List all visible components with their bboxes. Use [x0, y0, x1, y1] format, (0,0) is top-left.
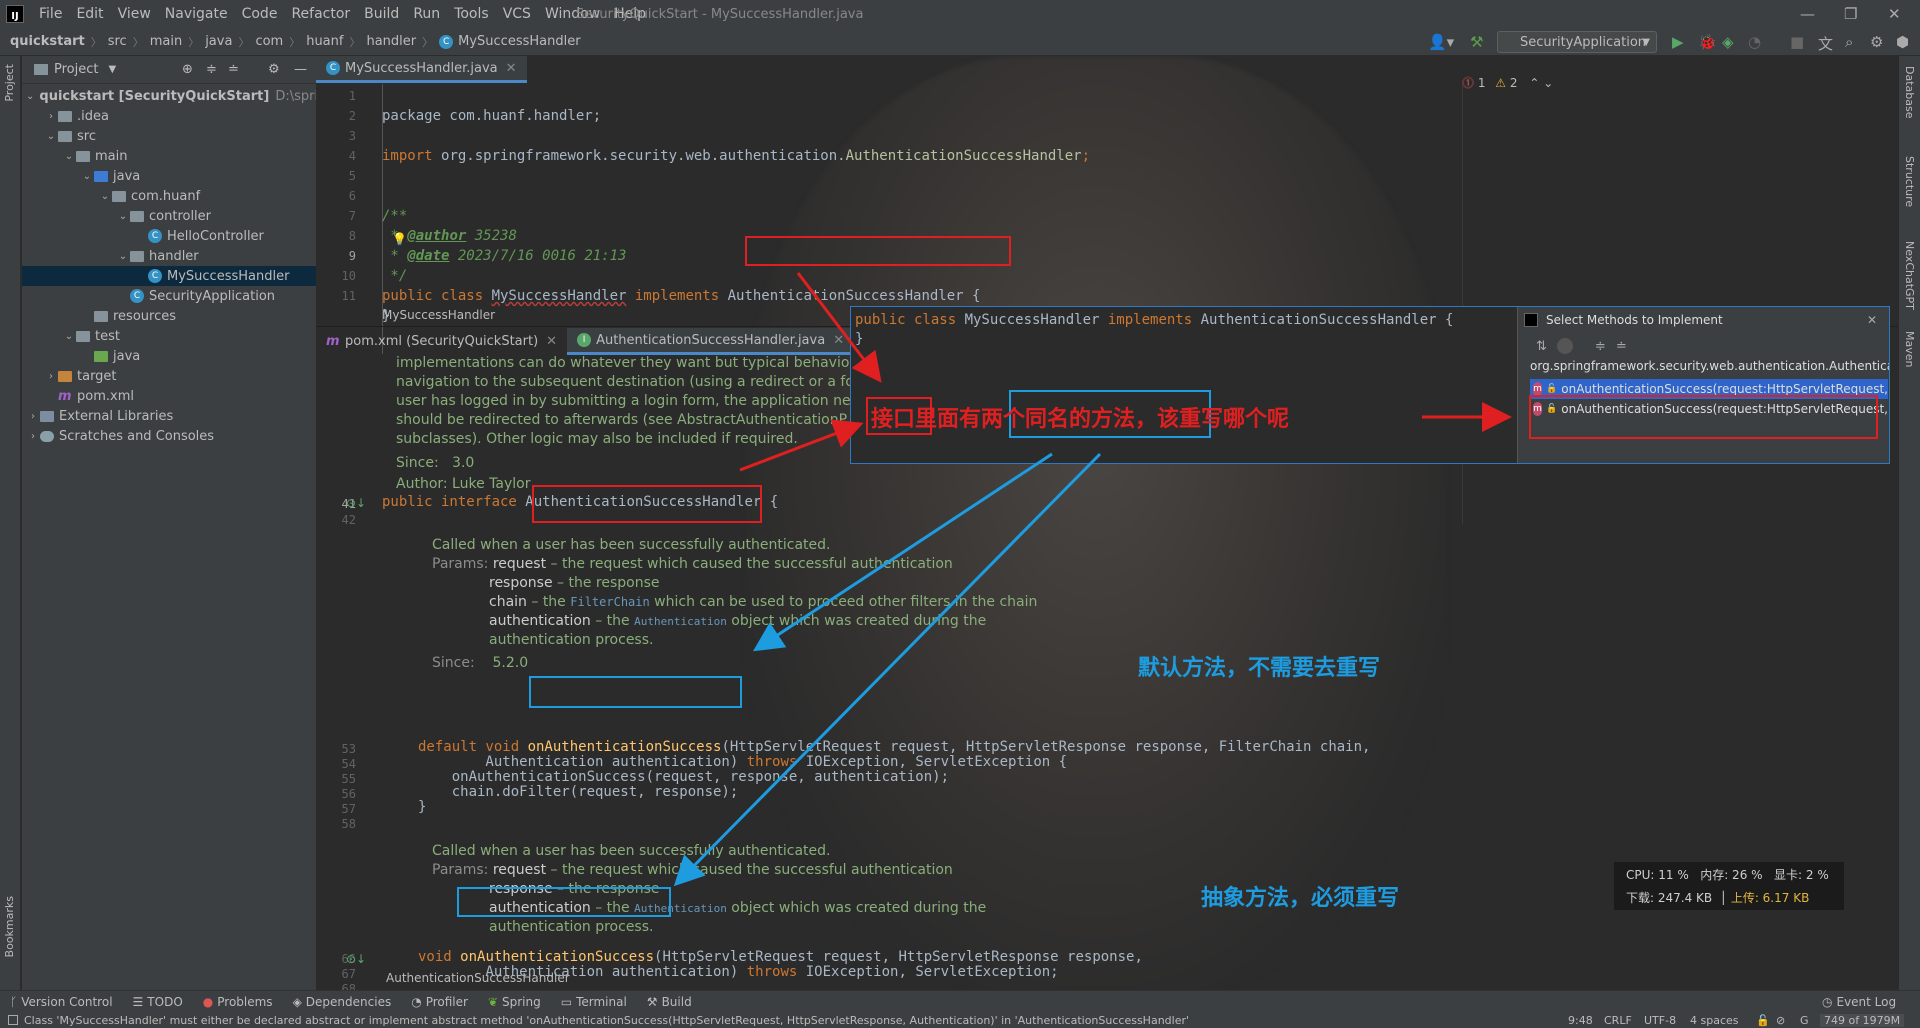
- arrow-to-abstract-method: [673, 452, 1102, 887]
- build-tab[interactable]: ⚒ Build: [637, 995, 702, 1009]
- caret-position[interactable]: 9:48: [1568, 1014, 1593, 1027]
- todo-tab[interactable]: ☰ TODO: [123, 995, 193, 1009]
- tool-label: TODO: [147, 994, 183, 1009]
- event-log-icon: ◷: [1822, 994, 1833, 1009]
- dependencies-tab[interactable]: ◈ Dependencies: [283, 995, 402, 1009]
- status-square-icon[interactable]: [8, 1015, 18, 1025]
- google-icon[interactable]: G: [1800, 1014, 1809, 1027]
- arrow-implements-to-question: [796, 272, 882, 383]
- git-icon[interactable]: ⊘: [1776, 1014, 1785, 1027]
- system-monitor-overlay: CPU: 11 % 内存: 26 % 显卡: 2 % 下载: 247.4 KB …: [1614, 862, 1844, 910]
- bottom-tool-bar: ᚴ Version Control ☰ TODO ● Problems ◈ Depend…: [0, 990, 1920, 1012]
- tool-label: Version Control: [21, 994, 113, 1009]
- spring-tab[interactable]: ❦ Spring: [478, 995, 551, 1009]
- upload-speed: 上传: 6.17 KB: [1730, 891, 1810, 905]
- lock-icon[interactable]: 🔓: [1756, 1014, 1770, 1027]
- version-control-tab[interactable]: ᚴ Version Control: [0, 995, 123, 1009]
- tool-label: Terminal: [576, 994, 627, 1009]
- arrow-interface-to-question: [739, 419, 864, 472]
- error-icon: ●: [202, 994, 214, 1009]
- dependencies-icon: ◈: [292, 994, 302, 1009]
- event-log-tab[interactable]: ◷ Event Log: [1812, 995, 1906, 1009]
- tool-label: Dependencies: [305, 994, 392, 1009]
- list-icon: ☰: [132, 994, 144, 1009]
- profiler-icon: ◔: [411, 994, 422, 1009]
- download-speed: 下载: 247.4 KB: [1626, 891, 1713, 905]
- status-message[interactable]: Class 'MySuccessHandler' must either be …: [24, 1014, 1564, 1027]
- hammer-icon: ⚒: [646, 994, 658, 1009]
- memory-indicator[interactable]: 749 of 1979M: [1820, 1013, 1905, 1027]
- file-encoding[interactable]: UTF-8: [1644, 1014, 1676, 1027]
- problems-tab[interactable]: ● Problems: [193, 995, 283, 1009]
- status-bar: Class 'MySuccessHandler' must either be …: [0, 1012, 1920, 1028]
- spring-icon: ❦: [487, 994, 498, 1009]
- terminal-tab[interactable]: ▭ Terminal: [551, 995, 637, 1009]
- gpu-usage: 显卡: 2 %: [1774, 868, 1829, 882]
- branch-icon: ᚴ: [10, 994, 18, 1009]
- arrow-to-default-method: [752, 452, 1053, 652]
- indent-setting[interactable]: 4 spaces: [1690, 1014, 1739, 1027]
- tool-label: Problems: [217, 994, 273, 1009]
- tool-label: Build: [661, 994, 692, 1009]
- tool-label: Profiler: [425, 994, 468, 1009]
- mem-usage: 内存: 26 %: [1700, 868, 1763, 882]
- tool-label: Spring: [502, 994, 541, 1009]
- terminal-icon: ▭: [560, 994, 573, 1009]
- cpu-usage: CPU: 11 %: [1626, 868, 1689, 882]
- profiler-tab[interactable]: ◔ Profiler: [401, 995, 478, 1009]
- tool-label: Event Log: [1836, 994, 1897, 1009]
- line-separator[interactable]: CRLF: [1604, 1014, 1632, 1027]
